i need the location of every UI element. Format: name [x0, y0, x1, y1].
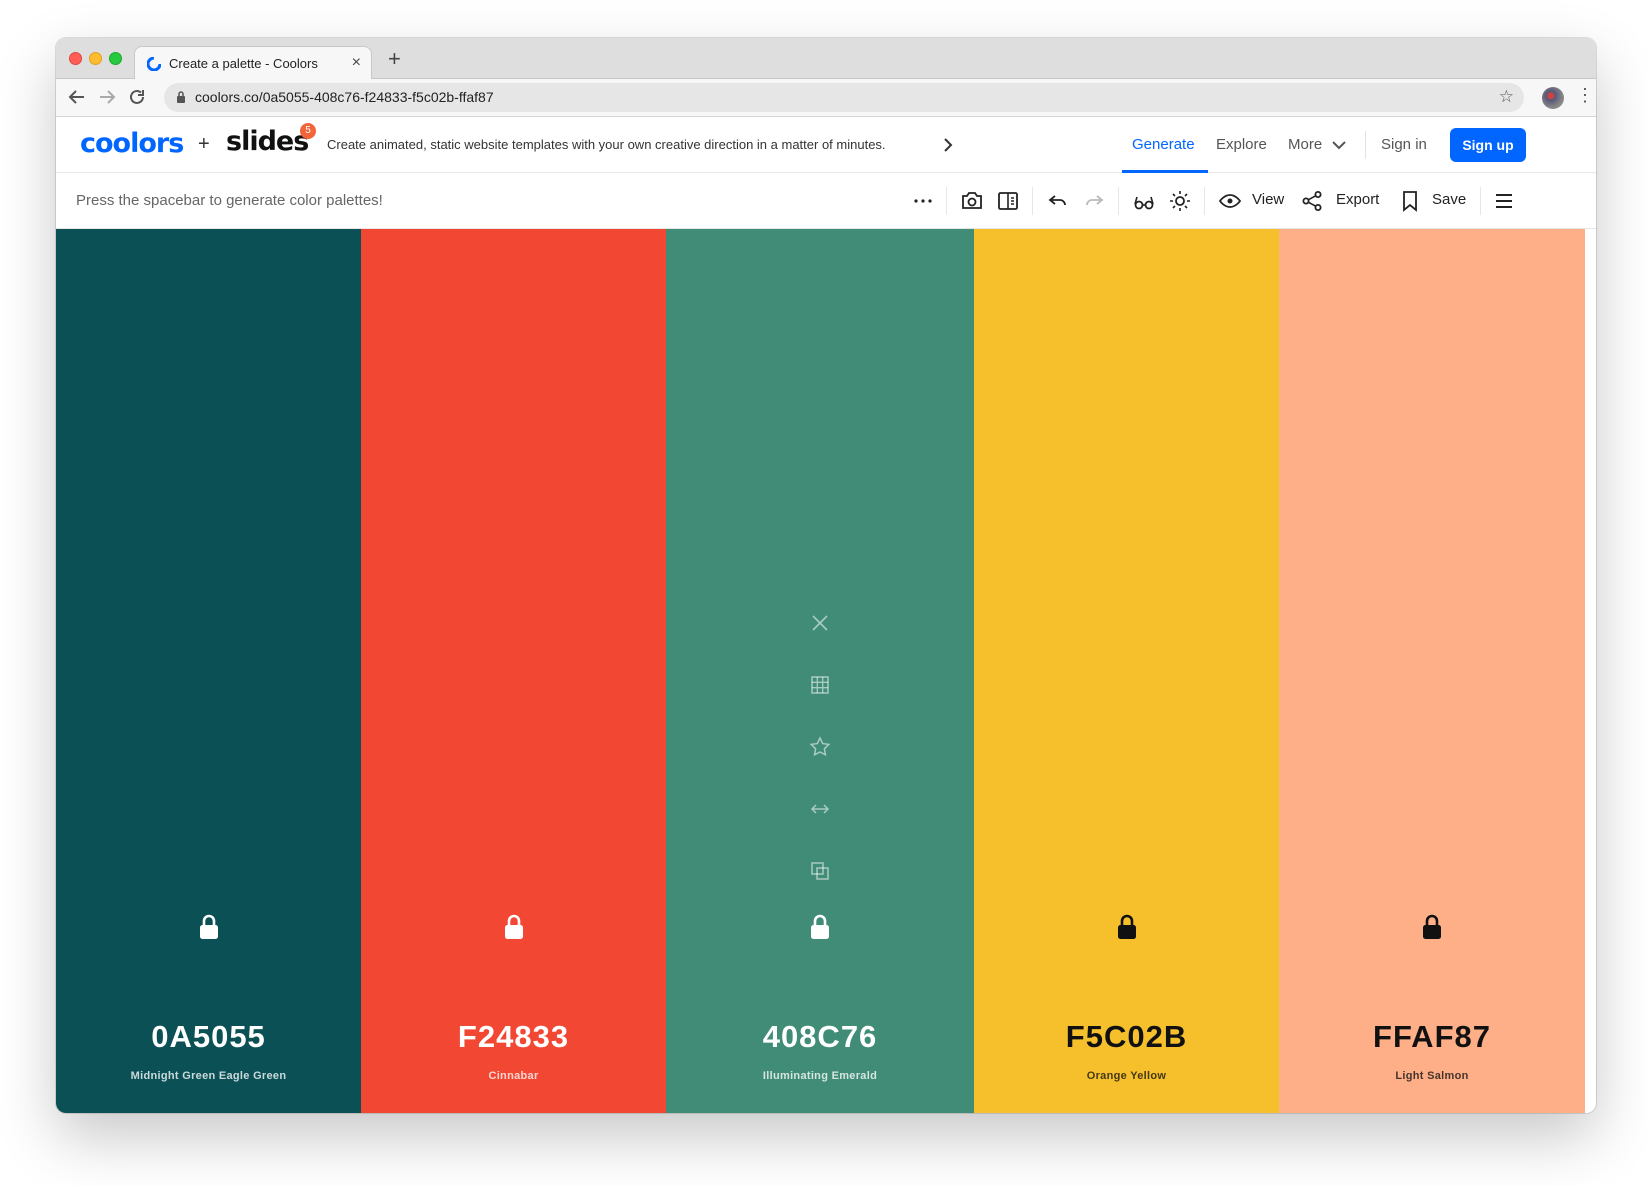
tab-close-icon[interactable]: ×: [352, 54, 361, 72]
color-swatch[interactable]: F24833 Cinnabar: [361, 229, 666, 1113]
toolbar-divider: [1204, 187, 1205, 215]
undo-icon[interactable]: [1046, 189, 1070, 213]
chevron-right-icon[interactable]: [943, 138, 953, 152]
view-button[interactable]: View: [1252, 191, 1284, 208]
browser-window: Create a palette - Coolors × + coolors.c…: [56, 38, 1596, 1113]
chevron-down-icon[interactable]: [1332, 141, 1346, 150]
close-icon[interactable]: [808, 611, 832, 635]
grid-icon[interactable]: [808, 673, 832, 697]
swatch-color-name[interactable]: Cinnabar: [361, 1070, 666, 1082]
drag-arrows-icon[interactable]: [808, 797, 832, 821]
slides-logo[interactable]: slides: [226, 126, 309, 157]
nav-more[interactable]: More: [1288, 136, 1322, 153]
profile-avatar[interactable]: [1542, 87, 1564, 109]
browser-menu-icon[interactable]: ⋮: [1576, 85, 1594, 106]
sun-icon[interactable]: [1168, 189, 1192, 213]
toolbar-divider: [946, 187, 947, 215]
swatch-hex-code[interactable]: FFAF87: [1279, 1019, 1585, 1055]
share-icon[interactable]: [1300, 189, 1324, 213]
toolbar-divider: [1032, 187, 1033, 215]
forward-icon[interactable]: [98, 89, 116, 105]
toolbar-divider: [1118, 187, 1119, 215]
color-swatch[interactable]: FFAF87 Light Salmon: [1279, 229, 1585, 1113]
new-tab-button[interactable]: +: [388, 46, 401, 72]
side-panel-icon[interactable]: [996, 189, 1020, 213]
swatch-hex-code[interactable]: 408C76: [666, 1019, 974, 1055]
close-window-button[interactable]: [69, 52, 82, 65]
toolbar-divider: [1480, 187, 1481, 215]
site-header: coolors + slides 5 Create animated, stat…: [56, 117, 1596, 173]
swatch-hex-code[interactable]: 0A5055: [56, 1019, 361, 1055]
back-icon[interactable]: [68, 89, 86, 105]
redo-icon[interactable]: [1082, 189, 1106, 213]
url-text: coolors.co/0a5055-408c76-f24833-f5c02b-f…: [195, 89, 494, 105]
color-swatch[interactable]: 0A5055 Midnight Green Eagle Green: [56, 229, 361, 1113]
spacebar-hint: Press the spacebar to generate color pal…: [76, 192, 383, 209]
swatch-color-name[interactable]: Midnight Green Eagle Green: [56, 1070, 361, 1082]
more-options-icon[interactable]: [911, 189, 935, 213]
save-button[interactable]: Save: [1432, 191, 1466, 208]
bookmark-icon[interactable]: [1398, 189, 1422, 213]
swatch-hex-code[interactable]: F24833: [361, 1019, 666, 1055]
coolors-favicon-icon: [147, 57, 161, 71]
browser-tab[interactable]: Create a palette - Coolors ×: [134, 46, 372, 80]
camera-icon[interactable]: [960, 189, 984, 213]
logo-plus: +: [198, 133, 210, 155]
nav-generate[interactable]: Generate: [1132, 136, 1195, 153]
color-palette: 0A5055 Midnight Green Eagle Green F24833 Ci…: [56, 229, 1596, 1113]
minimize-window-button[interactable]: [89, 52, 102, 65]
nav-signin[interactable]: Sign in: [1381, 136, 1427, 153]
star-icon[interactable]: [808, 735, 832, 759]
tab-bar: Create a palette - Coolors × +: [56, 38, 1596, 80]
lock-icon[interactable]: [1116, 914, 1138, 940]
swatch-color-name[interactable]: Illuminating Emerald: [666, 1070, 974, 1082]
coolors-logo[interactable]: coolors: [80, 128, 184, 159]
glasses-icon[interactable]: [1132, 189, 1156, 213]
signup-button[interactable]: Sign up: [1450, 128, 1526, 162]
lock-icon[interactable]: [809, 914, 831, 940]
swatch-color-name[interactable]: Orange Yellow: [974, 1070, 1279, 1082]
nav-explore[interactable]: Explore: [1216, 136, 1267, 153]
secure-lock-icon: [177, 91, 185, 103]
hamburger-menu-icon[interactable]: [1492, 189, 1516, 213]
notification-badge: 5: [300, 123, 316, 139]
lock-icon[interactable]: [198, 914, 220, 940]
bookmark-star-icon[interactable]: ☆: [1499, 87, 1514, 107]
maximize-window-button[interactable]: [109, 52, 122, 65]
tab-title: Create a palette - Coolors: [169, 56, 318, 71]
generator-toolbar: Press the spacebar to generate color pal…: [56, 173, 1596, 229]
color-swatch[interactable]: F5C02B Orange Yellow: [974, 229, 1279, 1113]
reload-icon[interactable]: [128, 88, 146, 106]
promo-text[interactable]: Create animated, static website template…: [327, 137, 886, 152]
swatch-hex-code[interactable]: F5C02B: [974, 1019, 1279, 1055]
url-bar[interactable]: coolors.co/0a5055-408c76-f24833-f5c02b-f…: [164, 83, 1524, 112]
lock-icon[interactable]: [503, 914, 525, 940]
swatch-color-name[interactable]: Light Salmon: [1279, 1070, 1585, 1082]
address-bar: coolors.co/0a5055-408c76-f24833-f5c02b-f…: [56, 79, 1596, 117]
color-swatch[interactable]: 408C76 Illuminating Emerald: [666, 229, 974, 1113]
export-button[interactable]: Export: [1336, 191, 1379, 208]
nav-divider: [1365, 131, 1366, 159]
eye-icon[interactable]: [1218, 189, 1242, 213]
lock-icon[interactable]: [1421, 914, 1443, 940]
copy-icon[interactable]: [808, 859, 832, 883]
